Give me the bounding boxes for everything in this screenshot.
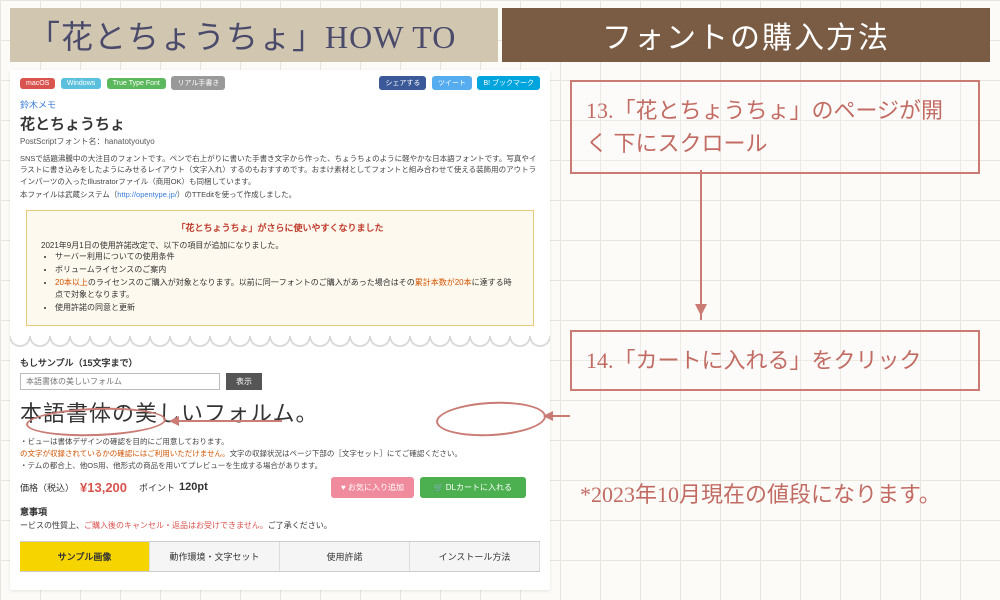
- point-label: ポイント: [139, 481, 175, 494]
- notice-i3c: 累計本数が20本: [415, 278, 472, 287]
- caution-label: 意事項: [20, 505, 540, 518]
- tab-environment[interactable]: 動作環境・文字セット: [150, 542, 280, 571]
- desc2b: ）のTTEditを使って作成しました。: [177, 190, 296, 199]
- notice-item-2: ボリュームライセンスのご案内: [55, 264, 519, 277]
- tab-license[interactable]: 使用許諾: [280, 542, 410, 571]
- banner-left: 「花とちょうちょ」HOW TO: [10, 8, 498, 62]
- price-label: 価格（税込）: [20, 481, 74, 494]
- font-title: 花とちょうちょ: [20, 113, 540, 134]
- font-subtitle: PostScriptフォント名：hanatotyoutyo: [20, 136, 540, 147]
- notice-i3b: のライセンスのご購入が対象となります。以前に同一フォントのご購入があった場合はそ…: [88, 278, 415, 287]
- caution-c: ご了承ください。: [268, 521, 332, 530]
- notice-item-3: 20本以上のライセンスのご購入が対象となります。以前に同一フォントのご購入があっ…: [55, 277, 519, 303]
- annotation-step-14: 14.「カートに入れる」をクリック: [570, 330, 980, 391]
- annotation-vertical-arrow: [700, 170, 702, 320]
- sample-show-button[interactable]: 表示: [226, 373, 262, 390]
- hint-3: ・テムの都合上、他OS用、他形式の商品を用いてプレビューを生成する場合があります…: [20, 460, 540, 472]
- notice-i3a: 20本以上: [55, 278, 88, 287]
- share-twitter-button[interactable]: ツイート: [432, 76, 472, 90]
- add-to-cart-button[interactable]: 🛒 DLカートに入れる: [420, 477, 526, 498]
- point-value: 120pt: [179, 481, 208, 493]
- caution-a: ービスの性質上、: [20, 521, 84, 530]
- share-facebook-button[interactable]: シェアする: [379, 76, 426, 90]
- tab-sample-images[interactable]: サンプル画像: [20, 542, 150, 571]
- annotation-step-13: 13.「花とちょうちょ」のページが開く 下にスクロール: [570, 80, 980, 174]
- font-description-2: 本ファイルは武蔵システム（http://opentype.jp/）のTTEdit…: [20, 189, 540, 200]
- hints: ・ビューは書体デザインの確認を目的にご用意しております。 の文字が収録されている…: [20, 436, 540, 472]
- screenshot-panel: macOS Windows True Type Font リアル手書き シェアす…: [10, 70, 550, 590]
- share-bookmark-button[interactable]: B! ブックマーク: [477, 76, 540, 90]
- opentype-link[interactable]: http://opentype.jp/: [117, 190, 177, 199]
- share-row: シェアする ツイート B! ブックマーク: [376, 76, 540, 90]
- pill-handwritten: リアル手書き: [171, 76, 225, 90]
- pill-windows: Windows: [61, 78, 101, 89]
- font-description-1: SNSで話題沸騰中の大注目のフォントです。ペンで右上がりに書いた手書き文字から作…: [20, 153, 540, 187]
- hint-2: の文字が収録されているかの確認にはご利用いただけません。文字の収録状況はページ下…: [20, 448, 540, 460]
- notice-item-4: 使用許諾の同意と更新: [55, 302, 519, 315]
- wave-divider: [10, 336, 550, 350]
- notice-title: 「花とちょうちょ」がさらに使いやすくなりました: [41, 221, 519, 234]
- price-value: ¥13,200: [80, 480, 127, 495]
- favorite-button[interactable]: ♥ お気に入り追加: [331, 477, 414, 498]
- hint-2b: 文字の収録状況はページ下部の［文字セット］にてご確認ください。: [230, 449, 462, 458]
- notice-item-1: サーバー利用についての使用条件: [55, 251, 519, 264]
- author-link[interactable]: 鈴木メモ: [20, 98, 540, 111]
- sample-preview-text: 本語書体の美しいフォルム。: [20, 396, 540, 428]
- annotation-arrow-cart: [546, 415, 570, 417]
- hint-1: ・ビューは書体デザインの確認を目的にご用意しております。: [20, 436, 540, 448]
- price-row: 価格（税込） ¥13,200 ポイント 120pt ♥ お気に入り追加 🛒 DL…: [20, 480, 540, 495]
- notice-lead: 2021年9月1日の使用許諾改定で、以下の項目が追加になりました。: [41, 240, 519, 251]
- notice-box: 「花とちょうちょ」がさらに使いやすくなりました 2021年9月1日の使用許諾改定…: [26, 210, 534, 326]
- desc2a: 本ファイルは武蔵システム（: [20, 190, 117, 199]
- sample-label: もしサンプル（15文字まで）: [20, 356, 540, 369]
- tab-install[interactable]: インストール方法: [410, 542, 540, 571]
- pill-macos: macOS: [20, 78, 55, 89]
- cart-label: 🛒 DLカートに入れる: [434, 483, 512, 492]
- tab-row: サンプル画像 動作環境・文字セット 使用許諾 インストール方法: [20, 541, 540, 572]
- annotation-price-note: *2023年10月現在の値段になります。: [580, 480, 980, 511]
- hint-2a: の文字が収録されているかの確認にはご利用いただけません。: [20, 449, 230, 458]
- caution-b: ご購入後のキャンセル・返品はお受けできません。: [84, 521, 268, 530]
- pill-ttf: True Type Font: [107, 78, 166, 89]
- banner-right: フォントの購入方法: [502, 8, 990, 62]
- sample-row: 表示: [20, 373, 540, 390]
- caution-text: ービスの性質上、ご購入後のキャンセル・返品はお受けできません。ご了承ください。: [20, 520, 540, 531]
- sample-input[interactable]: [20, 373, 220, 390]
- annotation-arrow-price: [172, 420, 282, 422]
